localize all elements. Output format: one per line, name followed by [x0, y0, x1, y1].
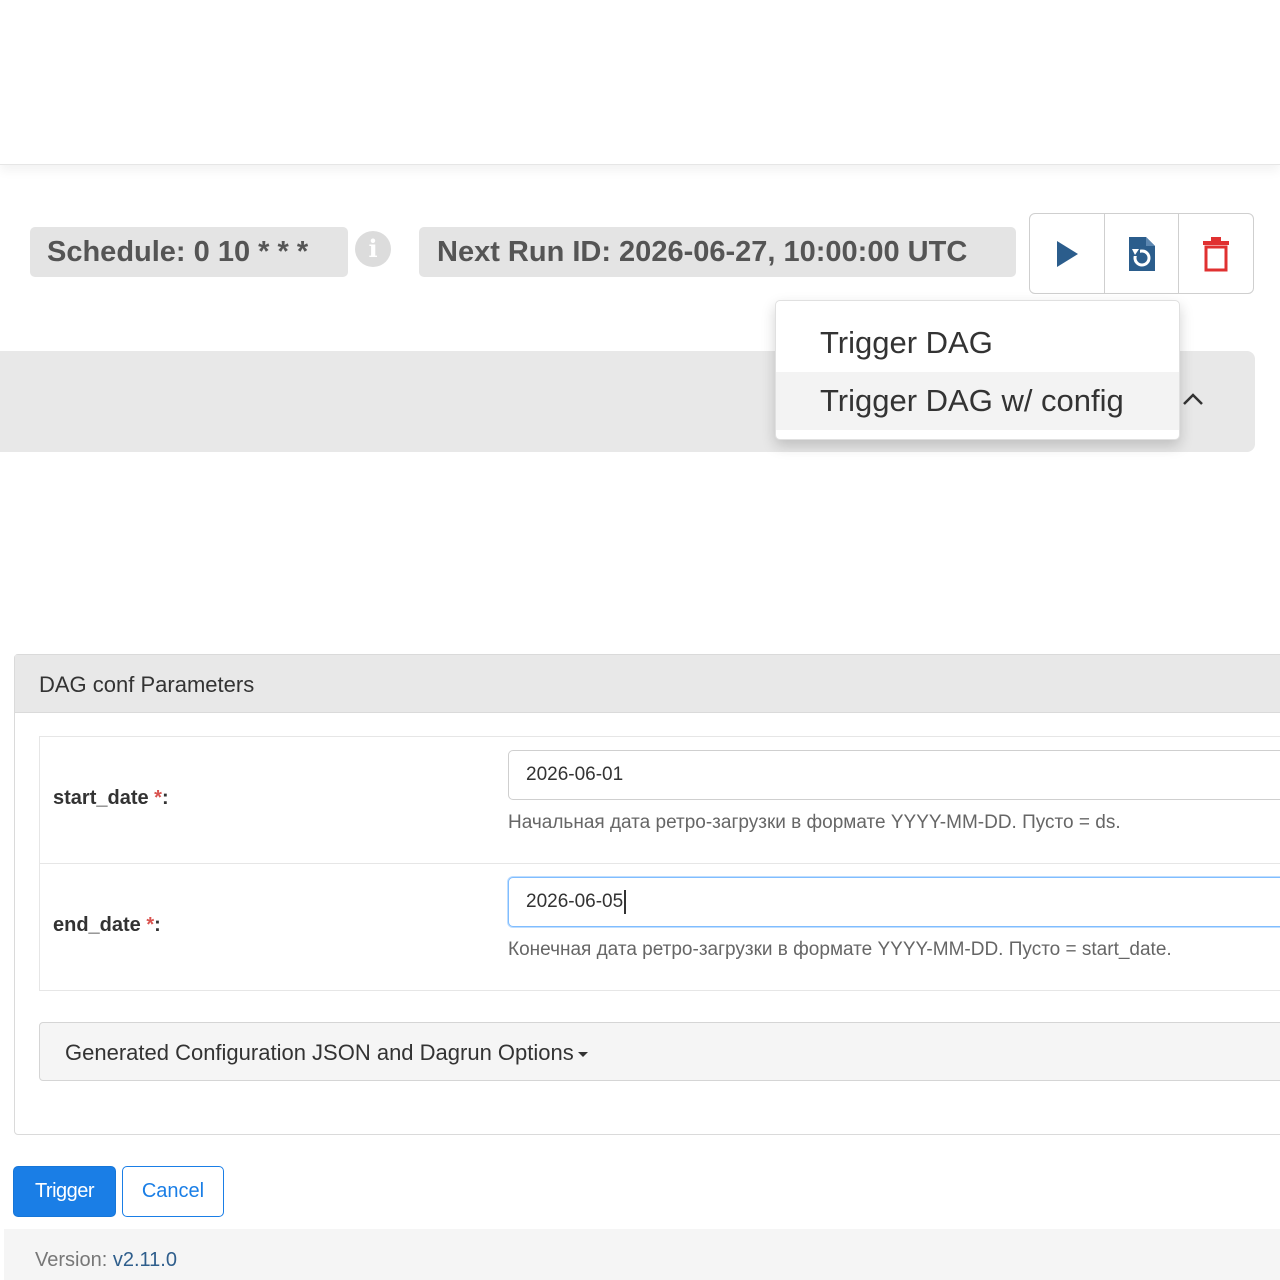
- generated-config-toggle[interactable]: Generated Configuration JSON and Dagrun …: [39, 1022, 1280, 1081]
- input-value: 2026-06-05: [526, 891, 624, 912]
- refresh-icon: [1128, 236, 1155, 271]
- refresh-dag-button[interactable]: [1105, 214, 1180, 293]
- play-icon: [1056, 240, 1078, 267]
- param-row-end-date: end_date *: 2026-06-05 Конечная дата рет…: [40, 864, 1280, 991]
- menu-item-trigger-dag[interactable]: Trigger DAG: [776, 314, 1179, 372]
- trash-icon: [1203, 236, 1230, 271]
- param-label: end_date *:: [53, 914, 161, 937]
- param-label: start_date *:: [53, 787, 169, 810]
- param-table: start_date *: 2026-06-01 Начальная дата …: [39, 736, 1280, 991]
- trigger-dropdown-menu: Trigger DAG Trigger DAG w/ config: [775, 300, 1180, 440]
- version-label: Version:: [35, 1249, 108, 1271]
- trigger-button[interactable]: Trigger: [13, 1166, 116, 1217]
- page: Schedule: 0 10 * * * i Next Run ID: 2026…: [0, 0, 1280, 1280]
- conf-panel-heading: DAG conf Parameters: [15, 655, 1280, 713]
- input-value: 2026-06-01: [526, 764, 624, 785]
- text-caret: [624, 889, 627, 914]
- top-navbar-area: [0, 0, 1280, 165]
- param-name: end_date: [53, 914, 141, 936]
- param-name: start_date: [53, 787, 149, 809]
- footer: Version: v2.11.0: [4, 1229, 1280, 1280]
- required-mark: *: [146, 914, 155, 936]
- dag-conf-panel: DAG conf Parameters start_date *: 2026-0…: [14, 654, 1280, 1135]
- schedule-badge: Schedule: 0 10 * * *: [30, 227, 348, 277]
- trigger-dag-button[interactable]: [1030, 214, 1105, 293]
- caret-down-icon: [577, 1051, 588, 1057]
- generated-config-label: Generated Configuration JSON and Dagrun …: [65, 1040, 574, 1065]
- info-icon[interactable]: i: [355, 231, 391, 267]
- chevron-up-icon[interactable]: [1180, 386, 1206, 412]
- delete-dag-button[interactable]: [1179, 214, 1253, 293]
- cancel-button[interactable]: Cancel: [122, 1166, 224, 1217]
- menu-item-trigger-dag-config[interactable]: Trigger DAG w/ config: [776, 372, 1179, 430]
- start-date-input[interactable]: 2026-06-01: [508, 750, 1280, 800]
- next-run-badge: Next Run ID: 2026-06-27, 10:00:00 UTC: [419, 227, 1016, 277]
- label-colon: :: [154, 914, 161, 936]
- param-row-start-date: start_date *: 2026-06-01 Начальная дата …: [40, 737, 1280, 864]
- label-colon: :: [161, 787, 169, 809]
- param-help-text: Конечная дата ретро-загрузки в формате Y…: [508, 939, 1172, 960]
- version-value: v2.11.0: [112, 1249, 177, 1271]
- dag-action-buttons: [1029, 213, 1254, 294]
- param-help-text: Начальная дата ретро-загрузки в формате …: [508, 812, 1121, 833]
- end-date-input[interactable]: 2026-06-05: [508, 877, 1280, 927]
- next-run-label: Next Run ID: 2026-06-27, 10:00:00 UTC: [437, 236, 968, 268]
- required-mark: *: [154, 787, 162, 809]
- schedule-label: Schedule: 0 10 * * *: [47, 236, 309, 268]
